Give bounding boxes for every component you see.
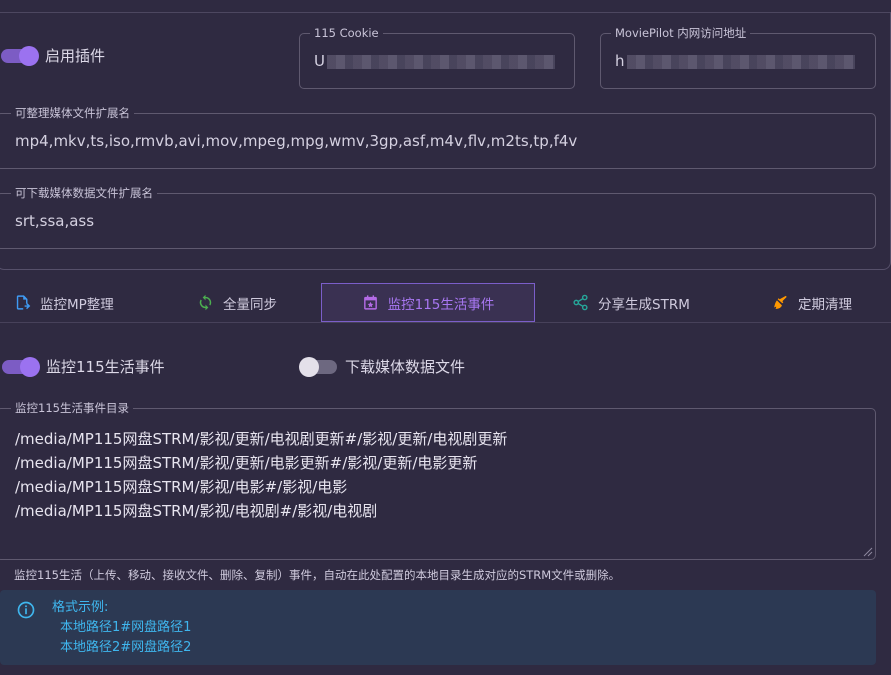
moviepilot-url-value: h [615,52,625,70]
tab-bar: 监控MP整理 全量同步 监控115生活事件 分享生成STRM 定期清理 [0,283,891,323]
cookie-value: U [314,52,325,70]
alert-line-1: 本地路径1#网盘路径1 [60,620,192,635]
sync-icon [199,294,212,311]
enable-plugin-switch[interactable] [1,45,39,66]
download-ext-field[interactable]: 可下载媒体数据文件扩展名 srt,ssa,ass [0,186,876,249]
tab-cleanup-label: 定期清理 [798,296,852,313]
media-ext-label: 可整理媒体文件扩展名 [11,106,134,120]
dir-line: /media/MP115网盘STRM/影视/更新/电影更新#/影视/更新/电影更… [15,454,478,472]
format-example-alert: 格式示例: 本地路径1#网盘路径1 本地路径2#网盘路径2 [0,590,876,665]
tab-monitor-115-life[interactable]: 监控115生活事件 [321,283,535,322]
tab-share-strm-label: 分享生成STRM [598,296,690,313]
cookie-field[interactable]: 115 Cookie U [299,26,575,89]
info-icon [17,601,35,619]
moviepilot-url-field[interactable]: MoviePilot 内网访问地址 h [600,26,876,89]
dir-line: /media/MP115网盘STRM/影视/电影#/影视/电影 [15,478,348,496]
download-media-switch[interactable] [299,356,337,377]
moviepilot-url-label: MoviePilot 内网访问地址 [611,26,751,40]
broom-icon [774,295,787,309]
tab-monitor-mp[interactable]: 监控MP整理 [14,283,114,322]
file-export-icon [16,295,31,310]
life-dir-content: /media/MP115网盘STRM/影视/更新/电视剧更新#/影视/更新/电视… [15,427,507,523]
calendar-icon [363,295,377,310]
download-media-toggle[interactable]: 下载媒体数据文件 [299,356,466,377]
media-ext-value: mp4,mkv,ts,iso,rmvb,avi,mov,mpeg,mpg,wmv… [15,132,578,150]
media-ext-field[interactable]: 可整理媒体文件扩展名 mp4,mkv,ts,iso,rmvb,avi,mov,m… [0,106,876,169]
dir-line: /media/MP115网盘STRM/影视/更新/电视剧更新#/影视/更新/电视… [15,430,508,448]
tab-cleanup[interactable]: 定期清理 [772,283,852,322]
cookie-label: 115 Cookie [310,26,383,40]
enable-plugin-label: 启用插件 [45,47,106,65]
tab-full-sync-label: 全量同步 [223,296,277,313]
tab-share-strm[interactable]: 分享生成STRM [572,283,690,322]
life-dir-textarea[interactable]: 监控115生活事件目录 /media/MP115网盘STRM/影视/更新/电视剧… [0,401,876,560]
monitor-life-label: 监控115生活事件 [46,358,165,376]
share-icon [573,294,588,311]
moviepilot-url-redacted [626,54,855,69]
alert-line-2: 本地路径2#网盘路径2 [60,640,192,655]
tab-monitor-mp-label: 监控MP整理 [40,296,114,313]
cookie-redacted [326,54,555,69]
download-ext-label: 可下载媒体数据文件扩展名 [11,186,157,200]
resize-handle-icon[interactable] [863,547,873,557]
monitor-life-toggle[interactable]: 监控115生活事件 [2,356,165,377]
dir-line: /media/MP115网盘STRM/影视/电视剧#/影视/电视剧 [15,502,378,520]
enable-plugin-toggle[interactable]: 启用插件 [1,45,105,66]
life-dir-label: 监控115生活事件目录 [11,401,133,415]
tab-full-sync[interactable]: 全量同步 [197,283,277,322]
tab-monitor-115-life-label: 监控115生活事件 [387,296,495,313]
monitor-life-switch[interactable] [2,356,40,377]
alert-title: 格式示例: [52,600,109,615]
download-media-label: 下载媒体数据文件 [345,358,466,376]
life-dir-hint: 监控115生活（上传、移动、接收文件、删除、复制）事件，自动在此处配置的本地目录… [14,568,621,582]
download-ext-value: srt,ssa,ass [15,212,95,230]
